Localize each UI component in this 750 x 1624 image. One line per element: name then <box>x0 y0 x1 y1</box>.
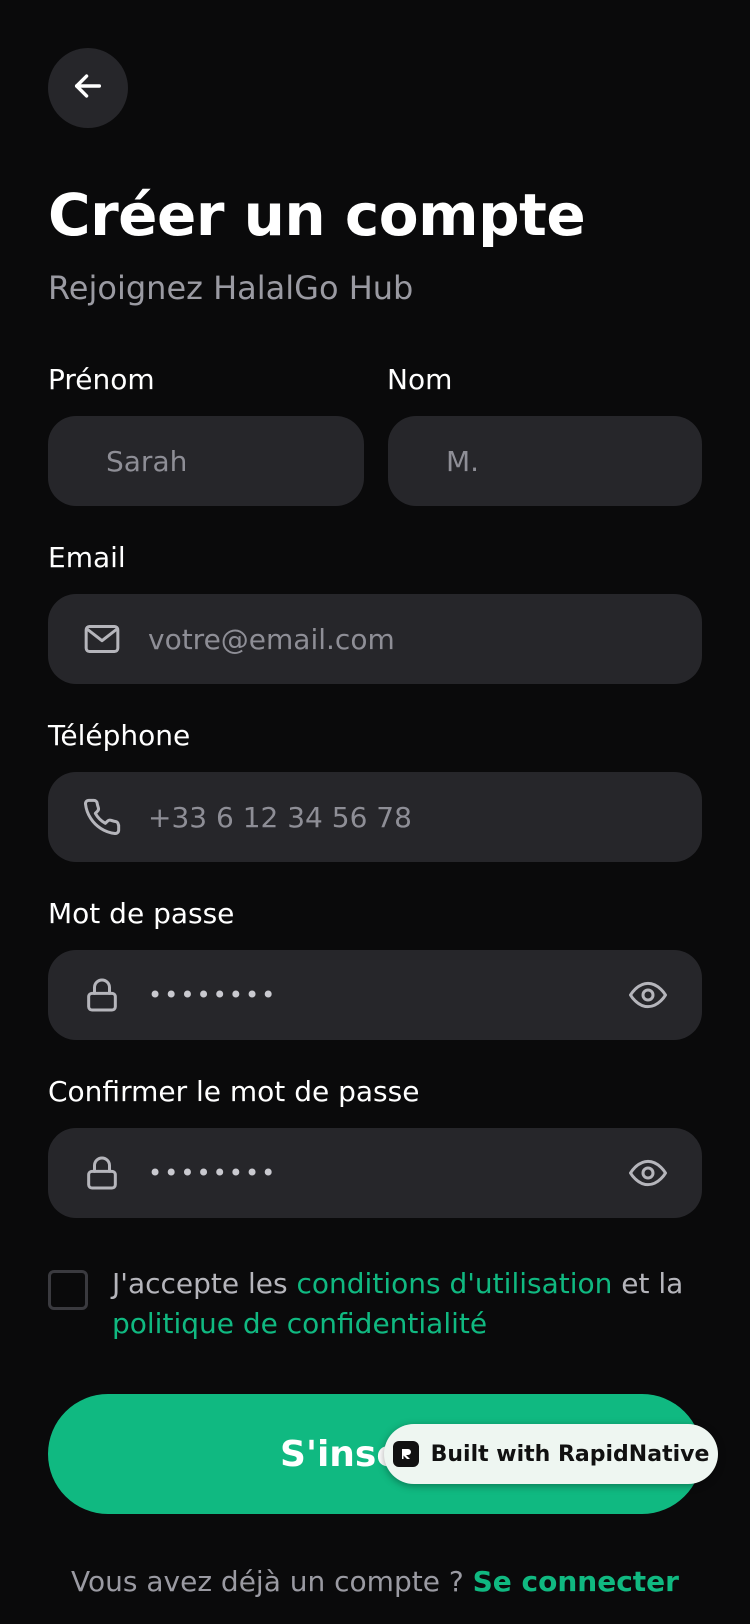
login-link[interactable]: Se connecter <box>473 1565 679 1598</box>
password-field[interactable]: •••••••• <box>48 950 702 1040</box>
page-title: Créer un compte <box>48 181 586 249</box>
last-name-input[interactable] <box>446 416 702 506</box>
rapidnative-badge[interactable]: Built with RapidNative <box>384 1424 718 1484</box>
phone-icon <box>82 797 122 837</box>
badge-label: Built with RapidNative <box>430 1441 710 1467</box>
last-name-label: Nom <box>387 363 453 396</box>
email-input[interactable] <box>148 594 702 684</box>
lock-icon <box>82 975 122 1015</box>
back-button[interactable] <box>48 48 128 128</box>
email-field[interactable] <box>48 594 702 684</box>
arrow-left-icon <box>71 69 105 107</box>
first-name-field[interactable] <box>48 416 364 506</box>
terms-text: J'accepte les conditions d'utilisation e… <box>112 1264 712 1344</box>
confirm-password-label: Confirmer le mot de passe <box>48 1075 420 1108</box>
phone-label: Téléphone <box>48 719 191 752</box>
first-name-label: Prénom <box>48 363 155 396</box>
mail-icon <box>82 619 122 659</box>
eye-icon[interactable] <box>628 975 668 1015</box>
terms-checkbox[interactable] <box>48 1270 88 1310</box>
login-prompt-text: Vous avez déjà un compte ? <box>71 1565 473 1598</box>
terms-prefix: J'accepte les <box>112 1267 297 1300</box>
page-subtitle: Rejoignez HalalGo Hub <box>48 269 414 307</box>
lock-icon <box>82 1153 122 1193</box>
confirm-password-input[interactable]: •••••••• <box>148 1159 602 1187</box>
rapidnative-logo-icon <box>392 1441 419 1467</box>
phone-field[interactable] <box>48 772 702 862</box>
email-label: Email <box>48 541 126 574</box>
eye-icon[interactable] <box>628 1153 668 1193</box>
first-name-input[interactable] <box>106 416 364 506</box>
password-input[interactable]: •••••••• <box>148 981 602 1009</box>
password-label: Mot de passe <box>48 897 235 930</box>
login-prompt: Vous avez déjà un compte ? Se connecter <box>0 1560 750 1604</box>
terms-link[interactable]: conditions d'utilisation <box>297 1267 613 1300</box>
last-name-field[interactable] <box>388 416 702 506</box>
confirm-password-field[interactable]: •••••••• <box>48 1128 702 1218</box>
terms-middle: et la <box>612 1267 684 1300</box>
phone-input[interactable] <box>148 772 702 862</box>
privacy-link[interactable]: politique de confidentialité <box>112 1307 487 1340</box>
